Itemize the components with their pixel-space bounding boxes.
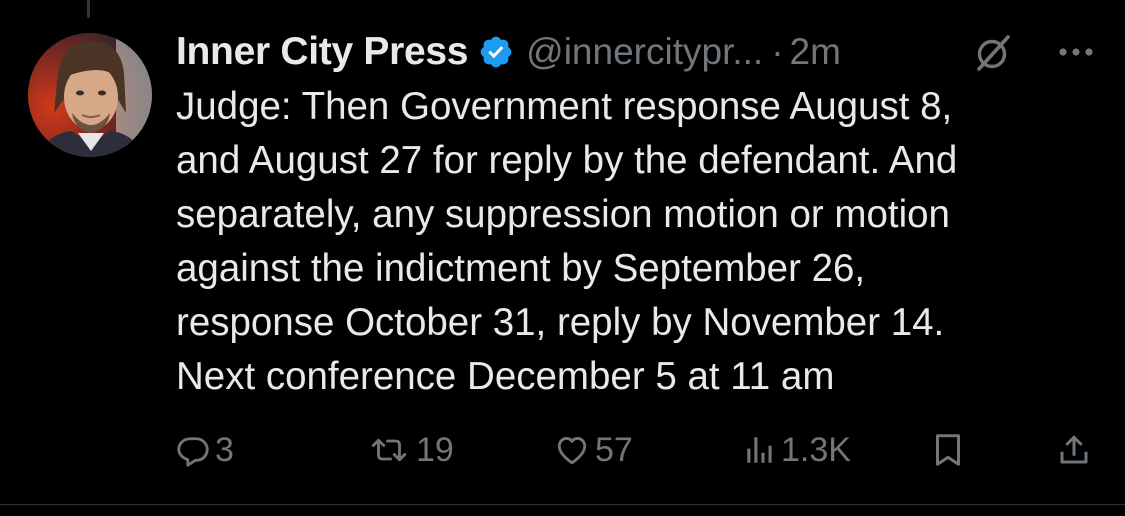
repost-button[interactable]: 19 (366, 422, 454, 478)
views-button[interactable]: 1.3K (743, 422, 851, 478)
thread-connector-line (87, 0, 90, 18)
repost-count: 19 (416, 430, 454, 469)
reply-count: 3 (215, 430, 234, 469)
like-count: 57 (595, 430, 633, 469)
share-icon (1056, 431, 1092, 469)
share-button[interactable] (1056, 422, 1092, 478)
header-separator: · (771, 31, 784, 72)
views-icon (743, 432, 777, 468)
tweet-text-line: and August 27 for reply by the defendant… (176, 139, 958, 182)
bookmark-button[interactable] (930, 422, 966, 478)
like-icon (553, 432, 591, 468)
tweet-text-line: against the indictment by September 26, (176, 247, 866, 290)
tweet-timestamp[interactable]: 2m (790, 31, 841, 73)
reply-icon (175, 432, 211, 468)
avatar-photo (28, 33, 152, 157)
author-display-name[interactable]: Inner City Press (176, 30, 468, 74)
tweet-text-line: separately, any suppression motion or mo… (176, 193, 950, 236)
grok-icon[interactable] (970, 31, 1014, 75)
bookmark-icon (930, 431, 966, 469)
tweet-text: Judge: Then Government response August 8… (176, 80, 1096, 404)
like-button[interactable]: 57 (553, 422, 633, 478)
tweet-text-line: Next conference December 5 at 11 am (176, 355, 835, 398)
avatar[interactable] (28, 33, 152, 157)
tweet-text-line: response October 31, reply by November 1… (176, 301, 945, 344)
repost-icon (366, 432, 412, 468)
verified-badge-icon[interactable] (478, 34, 514, 70)
reply-button[interactable]: 3 (175, 422, 234, 478)
tweet-action-bar: 3 19 57 1.3K (0, 422, 1125, 478)
tweet-text-line: Judge: Then Government response August 8… (176, 85, 953, 128)
views-count: 1.3K (781, 430, 851, 469)
more-options-icon[interactable] (1054, 32, 1098, 72)
author-handle[interactable]: @innercitypr... (526, 31, 763, 73)
tweet-divider (0, 504, 1125, 505)
